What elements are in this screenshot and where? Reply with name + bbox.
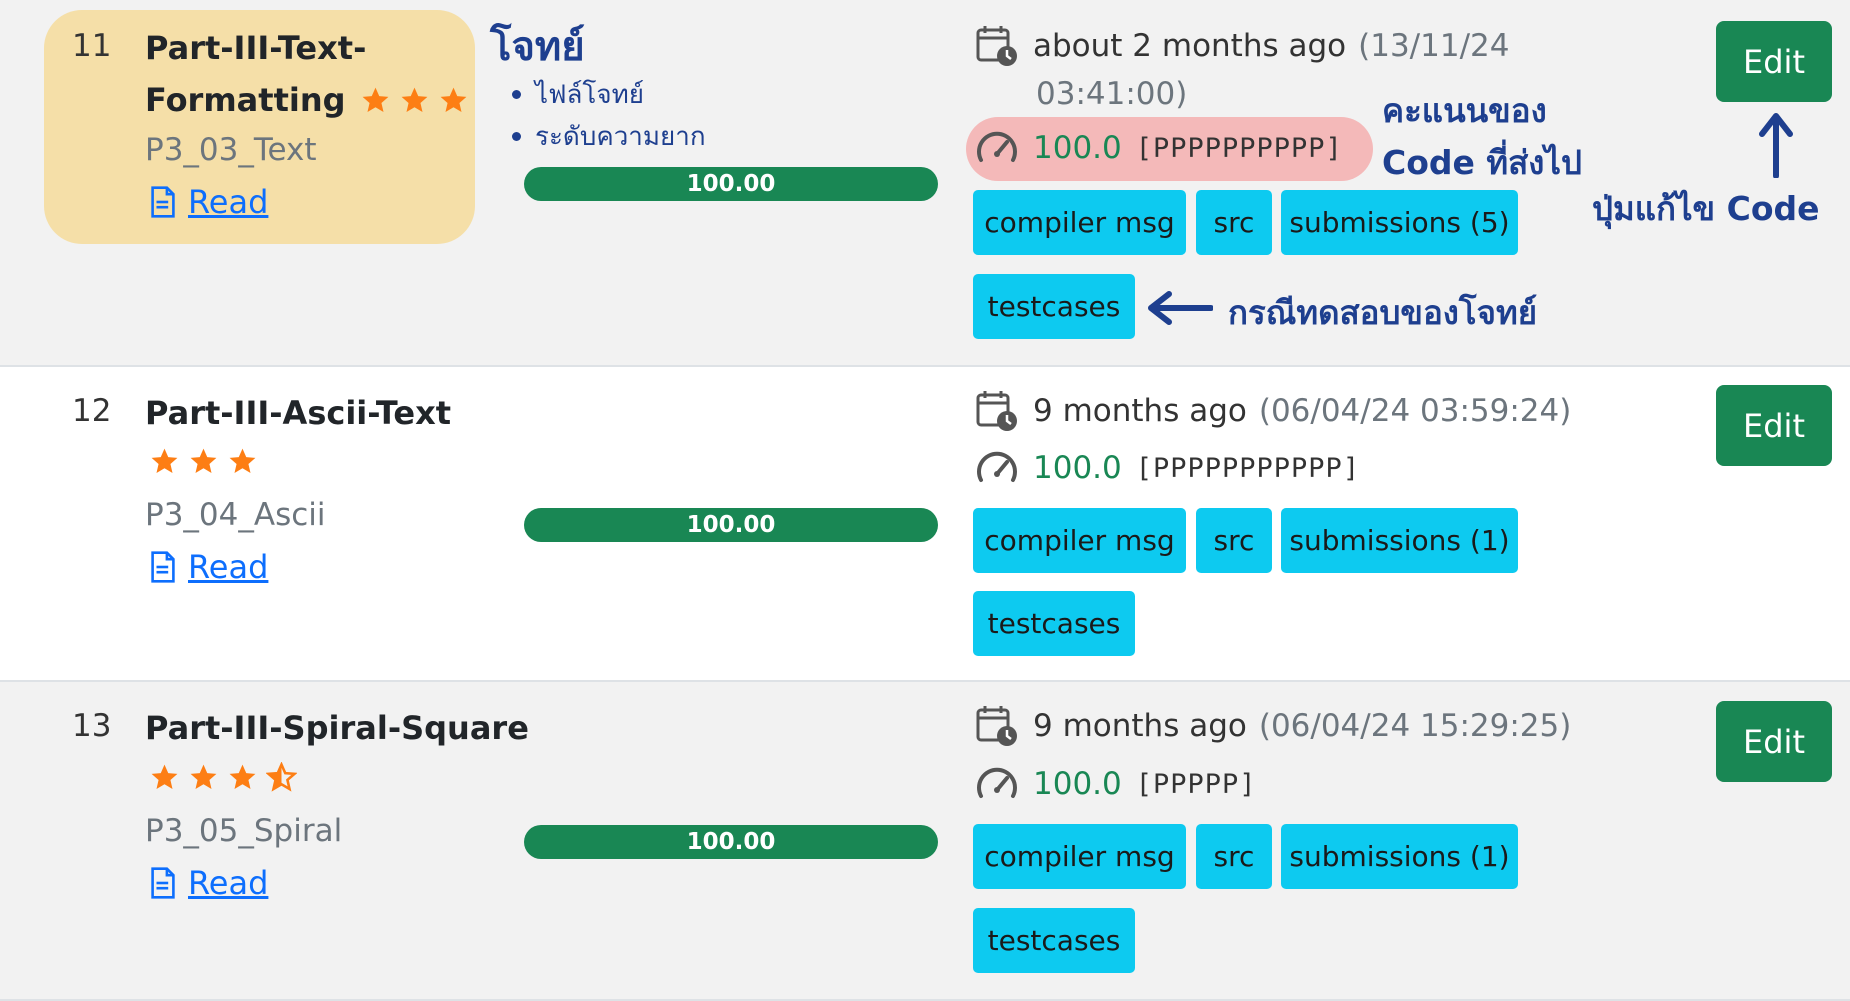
gauge-icon [977, 131, 1017, 162]
annotation-problem-item: ระดับความยาก [512, 116, 706, 157]
problem-title: Part-III-Spiral-Square [145, 709, 529, 747]
star-icon [362, 87, 388, 112]
annotation-edit: ปุ่มแก้ไข Code [1592, 189, 1820, 228]
annotation-problem-item: ไฟล์โจทย์ [512, 74, 644, 115]
star-icon [151, 448, 178, 473]
compiler-msg-button[interactable]: compiler msg [973, 190, 1186, 255]
document-icon [151, 186, 175, 218]
score: 100.0 [PPPPPPPPPP] [975, 126, 1343, 170]
half-star-icon [266, 762, 297, 792]
star-icon [401, 87, 427, 112]
document-icon [151, 551, 175, 583]
testcases-button[interactable]: testcases [973, 908, 1135, 973]
score: 100.0 [PPPPPPPPPPP] [975, 446, 1360, 490]
document-icon [151, 867, 175, 899]
calendar-clock-icon [976, 26, 1017, 66]
src-button[interactable]: src [1196, 190, 1272, 255]
difficulty-stars [149, 446, 258, 477]
edit-button[interactable]: Edit [1716, 385, 1832, 466]
star-icon [229, 764, 256, 789]
star-icon [190, 764, 217, 789]
annotation-testcases: กรณีทดสอบของโจทย์ [1228, 293, 1538, 332]
progress-bar: 100.00 [524, 167, 938, 201]
src-button[interactable]: src [1196, 824, 1272, 889]
edit-button[interactable]: Edit [1716, 701, 1832, 782]
calendar-clock-icon [976, 391, 1017, 431]
calendar-clock-icon [976, 706, 1017, 746]
submissions-button[interactable]: submissions (5) [1281, 190, 1518, 255]
gauge-icon [977, 451, 1017, 482]
row-number: 11 [72, 28, 112, 64]
gauge-icon [977, 767, 1017, 798]
compiler-msg-button[interactable]: compiler msg [973, 824, 1186, 889]
submission-time: 9 months ago (06/04/24 03:59:24) [975, 389, 1571, 433]
submission-time-cont: 03:41:00) [1036, 76, 1188, 112]
problem-code: P3_05_Spiral [145, 813, 343, 849]
star-icon [151, 764, 178, 789]
annotation-problem-title: โจทย์ [490, 24, 585, 70]
star-icon [229, 448, 256, 473]
row-number: 13 [72, 708, 112, 744]
submissions-button[interactable]: submissions (1) [1281, 824, 1518, 889]
row-number: 12 [72, 393, 112, 429]
annotation-score-line2: Code ที่ส่งไป [1382, 143, 1582, 182]
testcases-button[interactable]: testcases [973, 591, 1135, 656]
testcases-button[interactable]: testcases [973, 274, 1135, 339]
read-link[interactable]: Read [150, 864, 268, 902]
problem-code: P3_03_Text [145, 132, 317, 168]
read-link[interactable]: Read [150, 548, 268, 586]
compiler-msg-button[interactable]: compiler msg [973, 508, 1186, 573]
problem-title: Part-III-Ascii-Text [145, 394, 452, 432]
edit-button[interactable]: Edit [1716, 21, 1832, 102]
difficulty-stars [149, 762, 297, 793]
submission-time: 9 months ago (06/04/24 15:29:25) [975, 704, 1571, 748]
score: 100.0 [PPPPP] [975, 762, 1257, 806]
problem-code: P3_04_Ascii [145, 497, 326, 533]
progress-bar: 100.00 [524, 825, 938, 859]
problem-title: Part-III-Text- Formatting [145, 22, 469, 126]
star-icon [190, 448, 217, 473]
problem-list: 11 Part-III-Text- Formatting P3_03_Text … [0, 0, 1850, 1001]
annotation-score-line1: คะแนนของ [1382, 91, 1547, 130]
read-link[interactable]: Read [150, 183, 268, 221]
submissions-button[interactable]: submissions (1) [1281, 508, 1518, 573]
star-icon [440, 87, 466, 112]
arrow-up-icon [1759, 113, 1793, 178]
difficulty-stars [360, 85, 469, 116]
submission-time: about 2 months ago (13/11/24 [975, 24, 1509, 68]
arrow-left-icon [1148, 291, 1213, 325]
progress-bar: 100.00 [524, 508, 938, 542]
src-button[interactable]: src [1196, 508, 1272, 573]
